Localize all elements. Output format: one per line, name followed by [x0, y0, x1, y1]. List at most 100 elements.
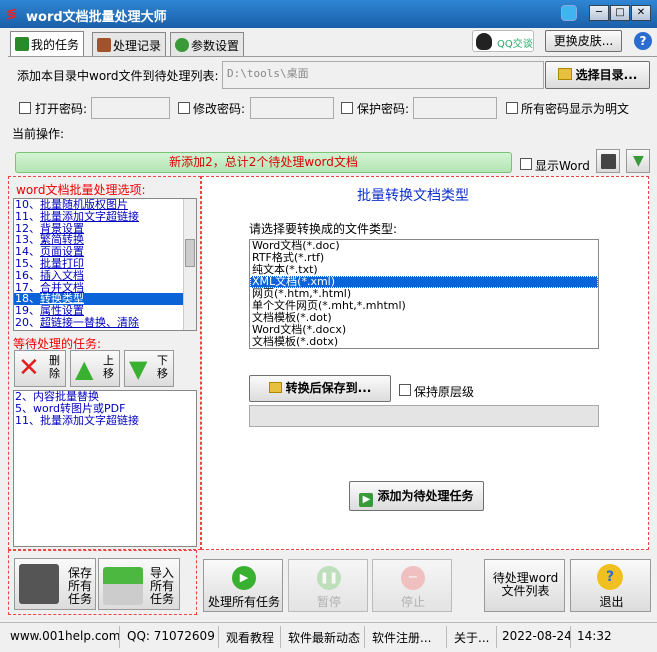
open-password-label: 打开密码:: [35, 102, 88, 116]
tab-label: 我的任务: [31, 38, 80, 52]
list-item[interactable]: 11、批量添加文字超链接: [14, 415, 196, 427]
move-up-label: 上移: [103, 354, 114, 380]
date-display: 2022-08-24: [502, 629, 572, 643]
about-link[interactable]: 关于...: [454, 629, 489, 646]
options-list[interactable]: 10、批量随机版权图片 11、批量添加文字超链接 12、背景设置 13、繁简转换…: [13, 198, 197, 331]
scrollbar-thumb[interactable]: [185, 239, 195, 267]
help-icon[interactable]: ?: [634, 32, 652, 50]
keep-levels-checkbox[interactable]: [399, 384, 411, 396]
divider: [280, 626, 281, 648]
modify-password-label: 修改密码:: [193, 102, 246, 116]
time-display: 14:32: [577, 629, 612, 643]
qq-chat-label: QQ交谈: [497, 39, 533, 50]
convert-title: 批量转换文档类型: [357, 188, 469, 204]
open-password-field[interactable]: [91, 97, 170, 119]
download-arrow-icon: ▼: [633, 153, 644, 169]
choose-dir-button[interactable]: 选择目录...: [545, 61, 650, 89]
process-all-button[interactable]: ▶ 处理所有任务: [203, 559, 283, 612]
show-word-checkbox[interactable]: [520, 158, 532, 170]
list-item[interactable]: 20、超链接一替换、清除: [14, 317, 196, 329]
modify-password-checkbox[interactable]: [178, 102, 190, 114]
protect-password-checkbox[interactable]: [341, 102, 353, 114]
save-list-label: 待处理word文件列表: [492, 571, 559, 598]
tab-my-tasks[interactable]: 我的任务: [10, 31, 85, 58]
import-drive-icon: [103, 567, 143, 605]
title-bar: ≶ word文档批量处理大师 ─ □ ✕: [0, 0, 657, 28]
item-text: 批量添加文字超链接: [40, 414, 139, 427]
save-all-label: 保存所有任务: [67, 566, 92, 606]
change-skin-button[interactable]: 更换皮肤...: [545, 30, 622, 52]
add-task-label: 添加为待处理任务: [377, 489, 474, 503]
options-scrollbar[interactable]: [183, 199, 196, 330]
dir-input[interactable]: D:\tools\桌面: [222, 61, 544, 89]
pending-list[interactable]: 2、内容批量替换 5、word转图片或PDF 11、批量添加文字超链接: [13, 390, 197, 547]
tab-label: 参数设置: [191, 39, 240, 53]
import-all-tasks-button[interactable]: 导入所有任务: [98, 558, 180, 610]
save-list-button[interactable]: 待处理word文件列表: [484, 559, 565, 612]
skin-tshirt-icon[interactable]: [561, 5, 577, 21]
news-link[interactable]: 软件最新动态: [288, 629, 360, 646]
move-down-label: 下移: [157, 354, 168, 380]
exit-runner-icon: ?: [597, 564, 623, 590]
save-to-label: 转换后保存到...: [285, 381, 372, 395]
divider: [119, 626, 120, 648]
website-link[interactable]: www.001help.com: [10, 629, 120, 643]
register-link[interactable]: 软件注册...: [372, 629, 431, 646]
move-down-button[interactable]: ▼ 下移: [124, 350, 174, 387]
choose-dir-label: 选择目录...: [575, 68, 638, 82]
item-text: 超链接一替换、清除: [40, 315, 139, 329]
tab-label: 处理记录: [113, 39, 162, 53]
exit-button[interactable]: ? 退出: [570, 559, 651, 612]
item-num: 20、: [15, 315, 40, 329]
process-all-label: 处理所有任务: [207, 595, 280, 609]
save-all-tasks-button[interactable]: 保存所有任务: [14, 558, 96, 610]
current-op-label: 当前操作:: [12, 127, 65, 141]
stop-circle-icon: −: [401, 566, 425, 590]
floppy-disk-icon: [19, 564, 59, 604]
play-circle-icon: ▶: [232, 566, 256, 590]
modify-password-field[interactable]: [250, 97, 334, 119]
pause-label: 暂停: [316, 595, 341, 609]
stop-button[interactable]: − 停止: [372, 559, 452, 612]
status-footer: www.001help.com QQ: 71072609 观看教程 软件最新动态…: [0, 622, 657, 652]
move-up-button[interactable]: ▲ 上移: [70, 350, 120, 387]
maximize-button[interactable]: □: [610, 5, 630, 21]
divider: [570, 626, 571, 648]
item-num: 11、: [15, 414, 40, 427]
protect-password-field[interactable]: [413, 97, 497, 119]
show-word-label: 显示Word: [535, 159, 590, 173]
load-arrow-button[interactable]: ▼: [626, 149, 650, 173]
tutorial-link[interactable]: 观看教程: [226, 629, 274, 646]
options-title: word文档批量处理选项:: [16, 183, 146, 197]
add-task-icon: ▶: [359, 493, 374, 507]
pause-button[interactable]: ❚❚ 暂停: [288, 559, 368, 612]
qq-chat-button[interactable]: QQ交谈: [472, 30, 534, 52]
divider: [218, 626, 219, 648]
protect-password-label: 保护密码:: [357, 102, 410, 116]
tab-history[interactable]: 处理记录: [92, 32, 167, 57]
keep-levels-label: 保持原层级: [414, 385, 475, 399]
convert-prompt: 请选择要转换成的文件类型:: [249, 222, 398, 236]
qq-number: QQ: 71072609: [127, 629, 215, 643]
pause-circle-icon: ❚❚: [317, 566, 341, 590]
red-x-icon: ✕: [18, 353, 40, 383]
exit-label: 退出: [599, 595, 624, 609]
app-logo-icon: ≶: [6, 6, 18, 22]
close-button[interactable]: ✕: [631, 5, 651, 21]
file-type-list[interactable]: Word文档(*.doc) RTF格式(*.rtf) 纯文本(*.txt) XM…: [249, 239, 599, 349]
status-message: 新添加2，总计2个待处理word文档: [15, 152, 512, 173]
folder-icon: [268, 382, 282, 393]
delete-button[interactable]: ✕ 删除: [14, 350, 66, 387]
disk-icon: [601, 154, 616, 169]
open-password-checkbox[interactable]: [19, 102, 31, 114]
list-item[interactable]: 文档模板(*.dotx): [250, 336, 598, 348]
tab-settings[interactable]: 参数设置: [170, 32, 245, 57]
play-icon: [15, 37, 29, 51]
save-to-button[interactable]: 转换后保存到...: [249, 375, 391, 402]
save-disk-button[interactable]: [596, 149, 620, 173]
show-plain-checkbox[interactable]: [506, 102, 518, 114]
minimize-button[interactable]: ─: [589, 5, 609, 21]
add-task-button[interactable]: ▶ 添加为待处理任务: [349, 481, 484, 511]
show-plain-label: 所有密码显示为明文: [521, 102, 630, 116]
green-up-arrow-icon: ▲: [75, 355, 94, 383]
